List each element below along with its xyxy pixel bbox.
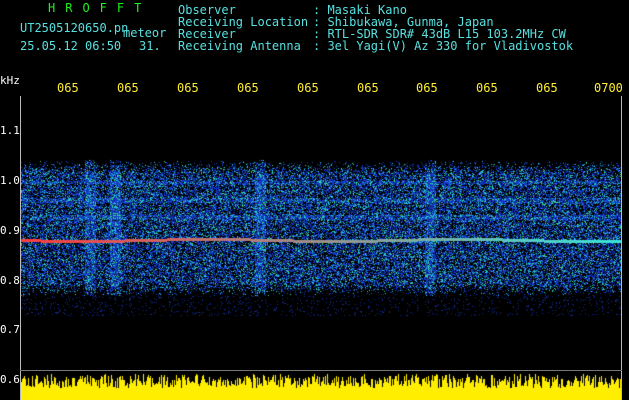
y-tick-label: 0.8 (0, 274, 20, 287)
file-count: 31. (139, 39, 161, 53)
y-axis-unit: kHz (0, 74, 20, 87)
app-title: HROFFT (48, 1, 152, 15)
y-tick-label: 1.1 (0, 124, 20, 137)
y-tick-label: 1.0 (0, 174, 20, 187)
x-tick-label: 065 (117, 81, 139, 95)
plot-left-border (20, 96, 21, 400)
x-tick-label: 065 (476, 81, 498, 95)
y-tick-label: 0.6 (0, 373, 20, 386)
file-name: UT2505120650.pn (20, 21, 129, 35)
x-tick-label: 065 (297, 81, 319, 95)
x-tick-label: 065 (177, 81, 199, 95)
plot-right-border (621, 96, 622, 400)
meta-value-antenna: : 3el Yagi(V) Az 330 for Vladivostok (313, 39, 574, 53)
x-tick-label: 0700 (594, 81, 623, 95)
y-tick-label: 0.7 (0, 323, 20, 336)
x-tick-label: 065 (416, 81, 438, 95)
x-tick-label: 065 (536, 81, 558, 95)
x-tick-label: 065 (357, 81, 379, 95)
spectrogram-canvas (20, 96, 622, 400)
file-datetime: 25.05.12 06:50 (20, 39, 122, 53)
file-type-label: meteor (123, 26, 167, 40)
x-tick-label: 065 (57, 81, 79, 95)
x-tick-label: 065 (237, 81, 259, 95)
meta-label-antenna: Receiving Antenna (178, 39, 301, 53)
y-tick-label: 0.9 (0, 224, 20, 237)
plot-baseline (20, 370, 622, 371)
